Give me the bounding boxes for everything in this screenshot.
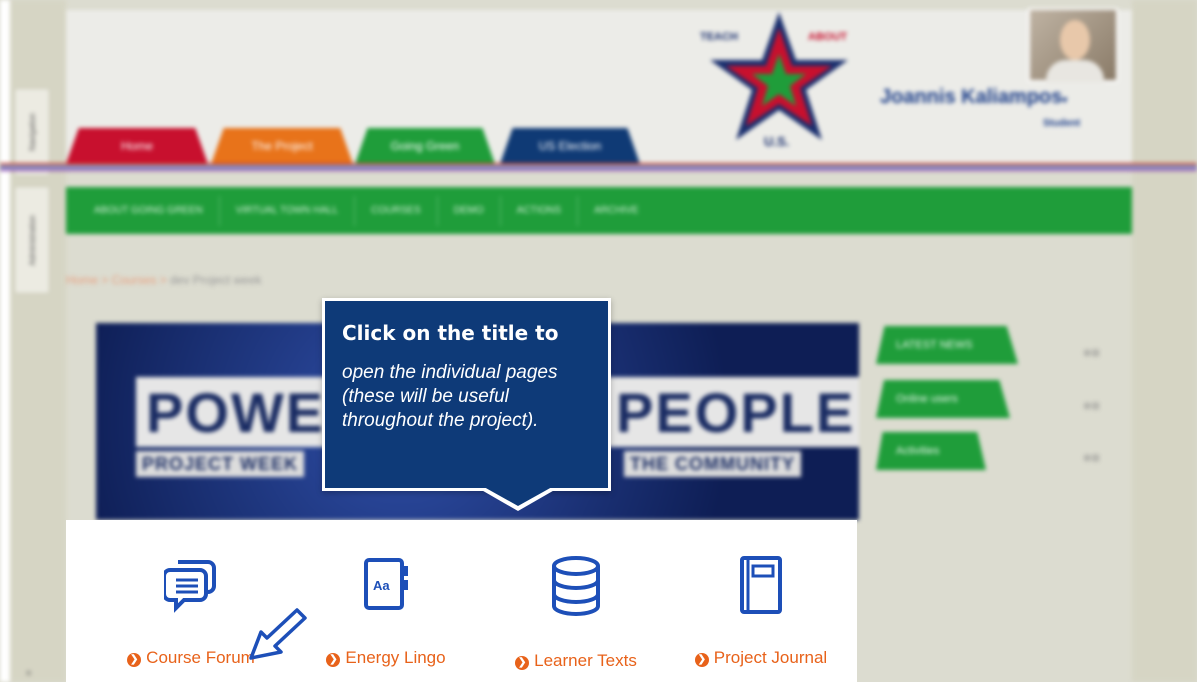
teach-about-us-logo: TEACH ABOUT U.S. (700, 12, 848, 148)
svg-text:ABOUT: ABOUT (808, 31, 847, 43)
callout-title: Click on the title to (342, 321, 559, 345)
tab-the-project[interactable]: The Project (211, 128, 353, 164)
breadcrumb-current: dev Project week (170, 273, 262, 287)
dictionary-icon: Aa (364, 558, 408, 610)
feature-energy-lingo: Aa ❯ Energy Lingo (296, 520, 476, 682)
notebook-icon (740, 556, 782, 614)
nav-virtual-town-hall[interactable]: VIRTUAL TOWN HALL (220, 195, 356, 226)
breadcrumb-home[interactable]: Home (66, 273, 98, 287)
callout-tail-inner (484, 487, 552, 506)
block-latest-news[interactable]: LATEST NEWS (876, 326, 1018, 364)
svg-text:TEACH: TEACH (700, 31, 738, 43)
tutorial-callout: Click on the title to open the individua… (322, 298, 611, 491)
right-margin (1132, 0, 1197, 682)
nav-about-going-green[interactable]: ABOUT GOING GREEN (78, 195, 220, 226)
breadcrumb-courses[interactable]: Courses (112, 273, 157, 287)
banner-word-left: POWE (136, 377, 336, 447)
header-divider (0, 163, 1197, 171)
block-control-icon[interactable]: ⊕⊞ (1083, 401, 1117, 412)
navigation-dock-label: Navigation (27, 113, 37, 151)
banner-sub-right: THE COMMUNITY (624, 451, 801, 477)
nav-demo[interactable]: DEMO (438, 195, 501, 226)
block-activities[interactable]: Activities (876, 432, 986, 470)
dock-footer-icon[interactable]: ≡ (26, 668, 31, 678)
nav-actions[interactable]: ACTIONS (501, 195, 579, 226)
tab-going-green[interactable]: Going Green (355, 128, 495, 164)
banner-sub-left: PROJECT WEEK (136, 451, 305, 477)
administration-dock-label: Administration (27, 214, 37, 266)
course-features-panel: ❯ Course Forum Aa ❯ Energy Lingo ❯ Learner … (66, 520, 857, 682)
database-icon (552, 556, 600, 616)
block-online-users[interactable]: Online users (876, 380, 1010, 418)
user-role: Student (1043, 118, 1081, 129)
project-journal-link[interactable]: ❯ Project Journal (676, 648, 846, 668)
tab-us-election[interactable]: US Election (500, 128, 640, 164)
chat-bubbles-icon (164, 560, 216, 613)
outer-margin (0, 0, 10, 682)
svg-text:U.S.: U.S. (764, 134, 789, 148)
nav-archive[interactable]: ARCHIVE (578, 196, 654, 226)
feature-project-journal: ❯ Project Journal (676, 520, 846, 682)
learner-texts-link[interactable]: ❯ Learner Texts (486, 651, 666, 671)
banner-word-right: PEOPLE (606, 377, 859, 447)
block-control-icon[interactable]: ⊕⊞ (1083, 453, 1117, 464)
callout-text: open the individual pages (these will be… (342, 362, 558, 431)
section-nav: ABOUT GOING GREEN VIRTUAL TOWN HALL COUR… (66, 187, 1132, 234)
administration-dock-tab[interactable]: Administration (14, 186, 50, 294)
energy-lingo-link[interactable]: ❯ Energy Lingo (296, 648, 476, 668)
tutorial-pointer-arrow-icon (249, 608, 307, 660)
avatar[interactable] (1028, 8, 1118, 82)
user-name[interactable]: Joannis Kaliampos▾ (880, 86, 1067, 109)
nav-courses[interactable]: COURSES (355, 195, 438, 226)
feature-learner-texts: ❯ Learner Texts (486, 520, 666, 682)
block-control-icon[interactable]: ⊕⊞ (1083, 348, 1117, 359)
svg-text:Aa: Aa (373, 578, 390, 593)
breadcrumb: Home > Courses > dev Project week (66, 273, 262, 287)
tab-home[interactable]: Home (66, 128, 208, 164)
